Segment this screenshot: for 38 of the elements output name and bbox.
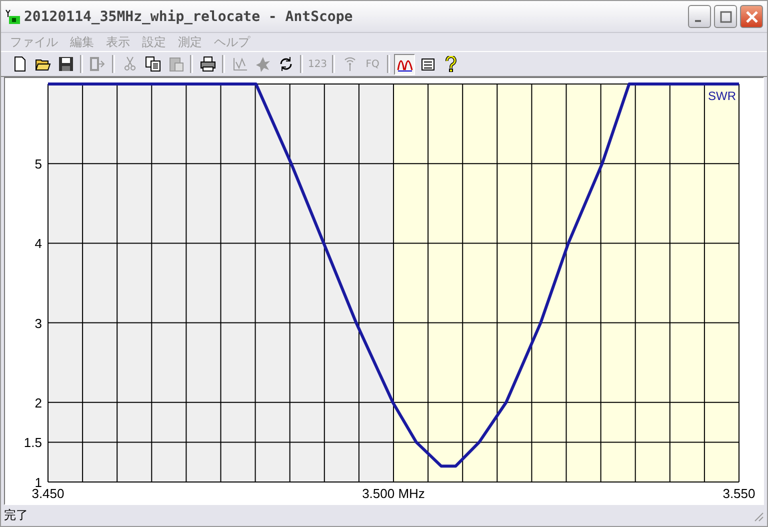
y-tick-label: 3: [34, 316, 42, 331]
burst-icon: [254, 56, 270, 72]
x-tick-label: 3.500 MHz: [362, 486, 425, 501]
minimize-icon: [694, 20, 700, 22]
menu-item[interactable]: 設定: [136, 34, 172, 50]
menu-item[interactable]: 測定: [172, 34, 208, 50]
export-icon: [90, 56, 106, 72]
list-icon: [420, 56, 436, 72]
resize-grip-icon: [752, 510, 764, 522]
copy-icon: [144, 56, 160, 72]
refresh-icon: [278, 56, 294, 72]
app-icon: [5, 8, 21, 24]
menu-item[interactable]: 編集: [64, 34, 100, 50]
antenna-icon: [342, 56, 358, 72]
status-text: 完了: [4, 507, 28, 524]
maximize-icon: [718, 8, 734, 24]
maximize-button[interactable]: [714, 5, 737, 28]
printer-icon: [200, 56, 216, 72]
paste-icon: [168, 56, 184, 72]
menu-item[interactable]: ファイル: [4, 34, 64, 50]
save-icon: [58, 56, 74, 72]
x-tick-label: 3.550: [722, 486, 756, 501]
new-file-icon: [12, 56, 28, 72]
series-label: SWR: [708, 89, 736, 103]
close-button[interactable]: [740, 5, 763, 28]
toolbar-button[interactable]: [394, 54, 415, 74]
close-icon: [744, 8, 760, 24]
menu-item[interactable]: 表示: [100, 34, 136, 50]
window-title: 20120114_35MHz_whip_relocate - AntScope: [24, 8, 354, 24]
menu-item[interactable]: ヘルプ: [208, 34, 256, 50]
y-tick-label: 2: [34, 395, 42, 410]
minimize-button[interactable]: [688, 5, 711, 28]
y-tick-label: 5: [34, 156, 42, 172]
help-icon: [442, 56, 458, 72]
chart-icon: [232, 56, 248, 72]
y-tick-label: 4: [34, 236, 42, 252]
scissors-icon: [122, 56, 138, 72]
y-tick-label: 1.5: [24, 435, 42, 450]
